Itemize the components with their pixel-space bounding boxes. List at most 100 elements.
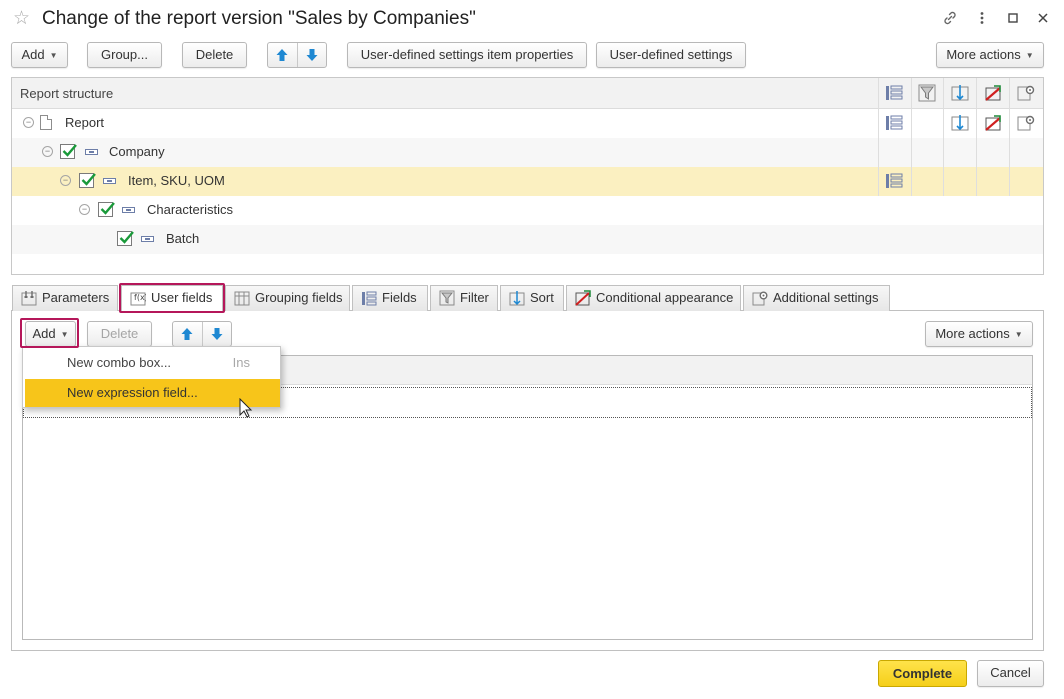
sort-column-icon[interactable]: [951, 84, 969, 102]
user-defined-settings-button[interactable]: User-defined settings: [596, 42, 746, 68]
filter-icon: [439, 290, 455, 306]
delete-button[interactable]: Delete: [182, 42, 247, 68]
panel-more-actions-label: More actions: [935, 326, 1010, 341]
collapse-icon[interactable]: −: [42, 146, 53, 157]
move-up-button[interactable]: [268, 43, 297, 67]
column-divider: [943, 78, 944, 196]
tree-row-label: Item, SKU, UOM: [128, 173, 225, 188]
favorite-star-icon[interactable]: ☆: [13, 9, 30, 29]
checkbox[interactable]: [79, 173, 96, 188]
report-structure-tree[interactable]: Report structure − Report − Company − It…: [11, 77, 1044, 275]
tab-conditional-appearance[interactable]: Conditional appearance: [566, 285, 741, 311]
field-icon: [141, 236, 154, 242]
additional-settings-cell-icon[interactable]: [1017, 114, 1035, 132]
sort-icon: [509, 291, 525, 306]
panel-delete-button[interactable]: Delete: [87, 321, 152, 347]
tab-label: User fields: [151, 290, 213, 305]
tree-row-characteristics[interactable]: − Characteristics: [12, 196, 1043, 225]
fields-column-icon[interactable]: [885, 84, 903, 102]
tab-filter[interactable]: Filter: [430, 285, 498, 311]
arrow-down-icon: [306, 49, 318, 61]
maximize-icon[interactable]: [1004, 9, 1022, 27]
complete-button[interactable]: Complete: [878, 660, 967, 687]
panel-move-buttons: [172, 321, 232, 347]
conditional-appearance-column-icon[interactable]: [984, 84, 1002, 102]
fields-cell-icon[interactable]: [885, 114, 903, 132]
menu-item-new-combo-box[interactable]: New combo box... Ins: [25, 349, 280, 377]
arrow-down-icon: [211, 328, 223, 340]
tab-label: Filter: [460, 290, 489, 305]
tab-grouping-fields[interactable]: Grouping fields: [225, 285, 350, 311]
menu-item-label: New expression field...: [67, 385, 198, 400]
panel-add-label: Add: [32, 326, 56, 341]
move-down-button[interactable]: [296, 43, 327, 67]
caret-down-icon: ▼: [60, 330, 69, 339]
collapse-icon[interactable]: −: [79, 204, 90, 215]
user-fields-icon: f(x): [130, 292, 146, 306]
cancel-button[interactable]: Cancel: [977, 660, 1044, 687]
field-icon: [122, 207, 135, 213]
caret-down-icon: ▼: [1014, 330, 1023, 339]
add-button-label: Add: [21, 47, 45, 62]
svg-text:f(x): f(x): [134, 293, 146, 302]
tab-label: Conditional appearance: [596, 290, 734, 305]
tree-row-company[interactable]: − Company: [12, 138, 1043, 167]
tab-label: Additional settings: [773, 290, 879, 305]
document-icon: [40, 115, 52, 130]
more-actions-label: More actions: [946, 47, 1021, 62]
arrow-up-icon: [276, 49, 288, 61]
tab-parameters[interactable]: Parameters: [12, 285, 118, 311]
filter-column-icon[interactable]: [918, 84, 936, 102]
conditional-appearance-icon: [575, 290, 591, 306]
fields-cell-icon[interactable]: [885, 172, 903, 190]
tree-row-label: Batch: [166, 231, 200, 246]
structure-header-label: Report structure: [20, 86, 114, 101]
additional-settings-column-icon[interactable]: [1017, 84, 1035, 102]
caret-down-icon: ▼: [1025, 51, 1034, 60]
link-icon[interactable]: [941, 9, 959, 27]
group-button[interactable]: Group...: [87, 42, 162, 68]
tab-label: Grouping fields: [255, 290, 343, 305]
tab-label: Parameters: [42, 290, 110, 305]
window-title: Change of the report version "Sales by C…: [42, 8, 476, 29]
tab-fields[interactable]: Fields: [352, 285, 428, 311]
sort-cell-icon[interactable]: [951, 114, 969, 132]
tree-row-batch[interactable]: Batch: [12, 225, 1043, 254]
fields-icon: [362, 291, 377, 306]
add-button[interactable]: Add ▼: [11, 42, 68, 68]
column-divider: [911, 78, 912, 196]
conditional-appearance-cell-icon[interactable]: [984, 114, 1002, 132]
menu-item-shortcut: Ins: [232, 355, 250, 370]
tree-row-label: Characteristics: [147, 202, 233, 217]
panel-move-up-button[interactable]: [173, 322, 202, 346]
parameters-icon: [21, 291, 37, 306]
panel-add-button[interactable]: Add ▼: [25, 321, 76, 347]
collapse-icon[interactable]: −: [60, 175, 71, 186]
caret-down-icon: ▼: [49, 51, 58, 60]
tree-row-label: Company: [109, 144, 165, 159]
column-divider: [878, 78, 879, 196]
tab-label: Sort: [530, 290, 554, 305]
tree-row-label: Report: [65, 115, 105, 130]
checkbox[interactable]: [117, 231, 134, 246]
field-icon: [103, 178, 116, 184]
column-divider: [1009, 78, 1010, 196]
panel-more-actions-button[interactable]: More actions ▼: [925, 321, 1033, 347]
tab-label: Fields: [382, 290, 417, 305]
item-properties-button[interactable]: User-defined settings item properties: [347, 42, 587, 68]
panel-move-down-button[interactable]: [201, 322, 232, 346]
more-vertical-icon[interactable]: [973, 9, 991, 27]
close-icon[interactable]: [1034, 9, 1052, 27]
tab-user-fields[interactable]: f(x) User fields: [121, 285, 223, 312]
grouping-fields-icon: [234, 291, 250, 306]
arrow-up-icon: [181, 328, 193, 340]
additional-settings-icon: [752, 291, 768, 306]
checkbox[interactable]: [60, 144, 77, 159]
more-actions-button[interactable]: More actions ▼: [936, 42, 1044, 68]
column-divider: [976, 78, 977, 196]
menu-item-label: New combo box...: [67, 355, 172, 370]
collapse-icon[interactable]: −: [23, 117, 34, 128]
tab-additional-settings[interactable]: Additional settings: [743, 285, 890, 311]
tab-sort[interactable]: Sort: [500, 285, 564, 311]
checkbox[interactable]: [98, 202, 115, 217]
